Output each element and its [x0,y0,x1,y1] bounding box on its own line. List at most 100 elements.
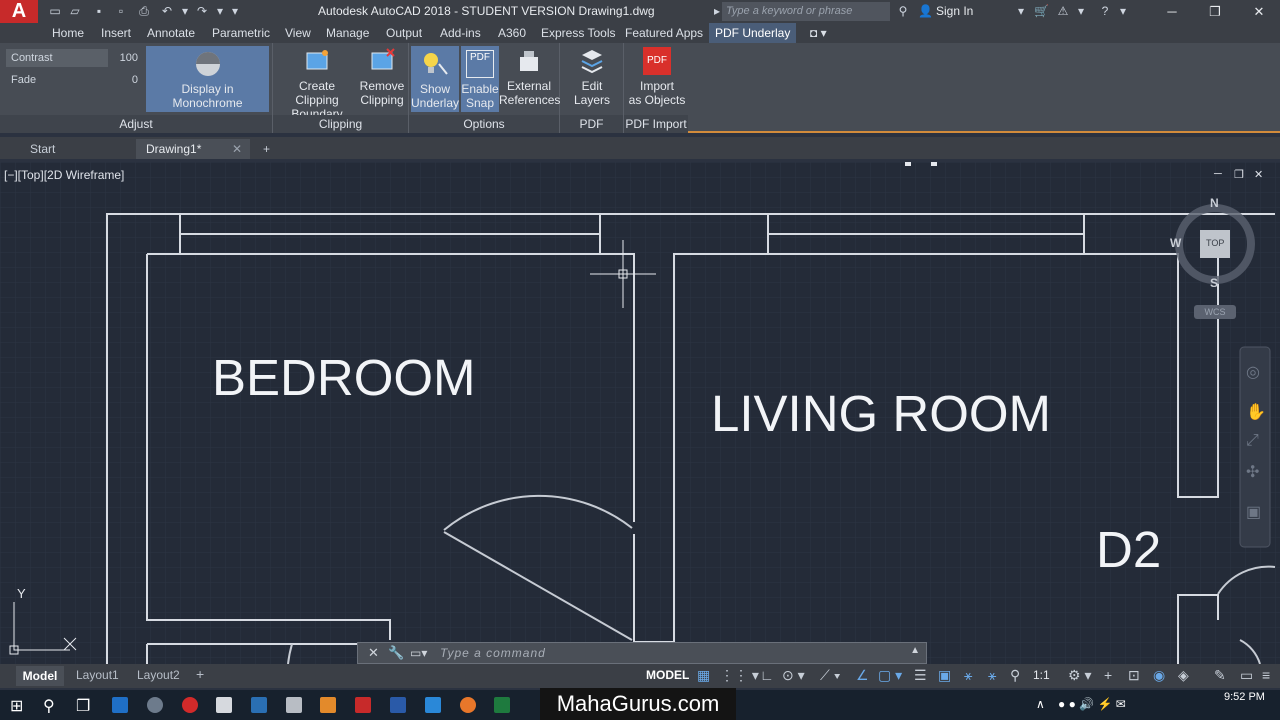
undo-icon[interactable]: ↶ [160,4,174,19]
annotation-visibility-icon[interactable]: ⚹ [964,667,972,684]
app-r-icon[interactable] [251,697,267,713]
pan-icon[interactable]: ✋ [1246,402,1266,422]
firefox-icon[interactable] [460,697,476,713]
viewport-close-icon[interactable]: ✕ [1254,168,1263,181]
tray-icons[interactable]: ● ● 🔊 ⚡ ✉ [1058,697,1126,711]
task-view-icon[interactable]: ❐ [76,696,90,716]
annotation-scale-value[interactable]: 1:1 [1033,668,1050,682]
create-clipping-boundary-button[interactable]: Create Clipping Boundary [277,47,357,121]
tab-a360[interactable]: A360 [498,26,526,40]
model-space-button[interactable]: MODEL [646,668,689,682]
drawing-canvas[interactable]: [−][Top][2D Wireframe] BEDROOM LIVING RO… [0,162,1280,664]
annotation-monitor-icon[interactable]: + [1104,667,1112,683]
units-icon[interactable]: ⊡ [1128,667,1140,684]
close-command-icon[interactable]: ✕ [368,645,379,661]
customization-icon[interactable]: ≡ [1262,667,1270,683]
autocad-task-icon[interactable] [355,697,371,713]
auto-scale-icon[interactable]: ⚹ [988,667,996,684]
wcs-menu[interactable]: WCS [1194,305,1236,319]
osnap-icon[interactable]: ▢ ▾ [878,667,902,684]
quick-properties-icon[interactable]: ◉ [1153,667,1165,684]
snap-icon[interactable]: ⋮⋮ ▾ [720,667,759,684]
tab-view[interactable]: View [285,26,311,40]
close-tab-icon[interactable]: ✕ [232,139,242,159]
edit-layers-button[interactable]: Edit Layers [564,47,620,107]
opera-icon[interactable] [182,697,198,713]
redo-dropdown-icon[interactable]: ▾ [213,4,227,19]
new-tab-button[interactable]: + [255,139,281,159]
tab-featured-apps[interactable]: Featured Apps [625,26,703,40]
isodraft-icon[interactable]: ⟋ ▾ [820,667,841,684]
viewcube-top-face[interactable]: TOP [1206,238,1224,248]
ribbon-toggle-icon[interactable]: ◘ ▾ [810,26,827,40]
fade-slider[interactable]: Fade 0 [6,71,138,89]
zoom-extents-icon[interactable]: ⤢ [1246,432,1259,450]
remove-clipping-button[interactable]: Remove Clipping [357,47,407,107]
tab-pdf-underlay[interactable]: PDF Underlay [709,23,797,43]
ortho-icon[interactable]: ∟ [760,667,774,683]
showmotion-icon[interactable]: ▣ [1246,502,1261,522]
signin-dropdown-icon[interactable]: ▾ [1014,4,1028,19]
tab-output[interactable]: Output [386,26,422,40]
tray-chevron-icon[interactable]: ∧ [1036,697,1045,711]
tab-manage[interactable]: Manage [326,26,369,40]
binoculars-icon[interactable]: ⚲ [896,4,910,19]
transparency-icon[interactable]: ▣ [938,667,951,684]
exchange-icon[interactable]: ⚠ [1056,4,1070,19]
tab-addins[interactable]: Add-ins [440,26,481,40]
qat-menu-icon[interactable]: ▾ [228,4,242,19]
customize-icon[interactable]: 🔧 [388,645,404,661]
external-references-button[interactable]: External References [499,47,560,107]
minimize-button[interactable]: ─ [1160,2,1184,21]
save-icon[interactable]: ▪ [92,4,106,19]
viewcube-north[interactable]: N [1210,196,1219,210]
app-blue-icon[interactable] [425,697,441,713]
polar-icon[interactable]: ⊙ ▾ [782,667,805,684]
open-icon[interactable]: ▱ [68,4,82,19]
show-underlay-button[interactable]: Show Underlay [411,46,459,112]
close-button[interactable]: ✕ [1247,2,1271,21]
exchange-dropdown-icon[interactable]: ▾ [1074,4,1088,19]
redo-icon[interactable]: ↷ [195,4,209,19]
add-layout-button[interactable]: + [196,666,204,682]
file-tab-drawing1[interactable]: Drawing1* ✕ [136,139,250,159]
excel-icon[interactable] [494,697,510,713]
clock[interactable]: 9:52 PM [1224,691,1265,703]
save-as-icon[interactable]: ▫ [114,4,128,19]
calculator-icon[interactable] [216,697,232,713]
command-history-icon[interactable]: ▲ [910,645,920,656]
maximize-button[interactable]: ❐ [1203,2,1227,21]
word-icon[interactable] [390,697,406,713]
search-icon[interactable]: ⚲ [43,696,55,716]
tab-annotate[interactable]: Annotate [147,26,195,40]
import-as-objects-button[interactable]: PDF Import as Objects [628,47,686,107]
new-icon[interactable]: ▭ [48,4,62,19]
annotation-scale-icon[interactable]: ⚲ [1010,667,1020,684]
cart-icon[interactable]: 🛒 [1034,4,1049,19]
orbit-icon[interactable]: ✣ [1246,462,1259,482]
lineweight-icon[interactable]: ☰ [914,667,927,684]
viewcube-west[interactable]: W [1170,236,1181,250]
enable-snap-button[interactable]: PDF Enable Snap [461,46,499,112]
fade-value[interactable]: 0 [108,71,146,89]
tab-express-tools[interactable]: Express Tools [541,26,615,40]
user-icon[interactable]: 👤 [918,4,933,19]
search-input[interactable]: Type a keyword or phrase [722,2,890,21]
osnap-tracking-icon[interactable]: ∠ [856,667,869,684]
tab-insert[interactable]: Insert [101,26,131,40]
notepad-icon[interactable] [286,697,302,713]
file-tab-start[interactable]: Start [20,139,135,159]
sign-in-link[interactable]: Sign In [936,4,973,18]
tab-model[interactable]: Model [16,666,64,686]
contrast-slider[interactable]: Contrast 100 [6,49,146,67]
help-icon[interactable]: ? [1098,4,1112,19]
display-monochrome-button[interactable]: Display in Monochrome [146,46,269,112]
viewport-controls[interactable]: [−][Top][2D Wireframe] [4,168,124,182]
tab-layout1[interactable]: Layout1 [76,668,119,682]
viewport-restore-icon[interactable]: ❐ [1234,168,1244,181]
clean-screen-icon[interactable]: ▭ [1240,667,1253,684]
tab-parametric[interactable]: Parametric [212,26,270,40]
windows-start-icon[interactable]: ⊞ [10,696,23,716]
workspace-gear-icon[interactable]: ⚙ ▾ [1068,667,1091,684]
grid-icon[interactable]: ▦ [697,667,710,684]
